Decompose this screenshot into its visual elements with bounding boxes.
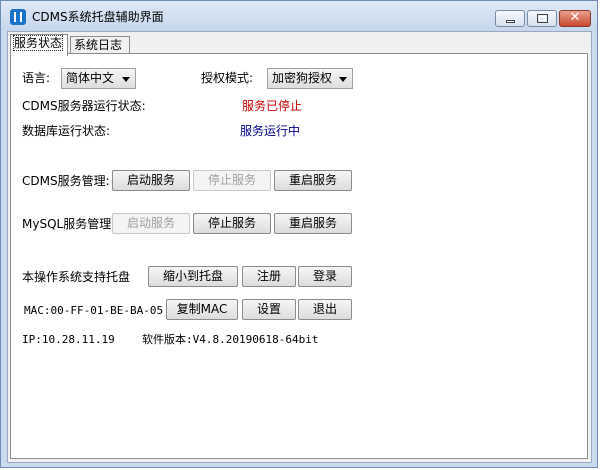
window-client-area: 服务状态 系统日志 语言: 简体中文 授权模式: 加密狗授权 CDMS服务器运行… bbox=[7, 31, 592, 463]
mac-address-text: MAC:00-FF-01-BE-BA-05 bbox=[24, 304, 164, 317]
service-status-panel: 语言: 简体中文 授权模式: 加密狗授权 CDMS服务器运行状态: 服务已停止 … bbox=[10, 53, 588, 459]
exit-button[interactable]: 退出 bbox=[298, 299, 352, 320]
login-button[interactable]: 登录 bbox=[298, 266, 352, 287]
app-logo-icon bbox=[10, 9, 26, 25]
window-title: CDMS系统托盘辅助界面 bbox=[32, 10, 164, 24]
register-button[interactable]: 注册 bbox=[242, 266, 296, 287]
maximize-icon bbox=[537, 14, 548, 23]
mysql-start-button[interactable]: 启动服务 bbox=[112, 213, 190, 234]
tab-system-log-label: 系统日志 bbox=[74, 38, 123, 52]
language-label: 语言: bbox=[22, 71, 51, 85]
tab-service-status[interactable]: 服务状态 bbox=[10, 34, 68, 56]
ip-address-text: IP:10.28.11.19 bbox=[22, 333, 115, 346]
language-select[interactable]: 简体中文 bbox=[61, 68, 136, 89]
auth-mode-select-value: 加密狗授权 bbox=[272, 71, 333, 85]
cdms-status-label: CDMS服务器运行状态: bbox=[22, 99, 146, 113]
close-button[interactable]: ✕ bbox=[559, 10, 591, 27]
cdms-status-value: 服务已停止 bbox=[242, 99, 303, 113]
db-status-label: 数据库运行状态: bbox=[22, 124, 111, 138]
cdms-start-button[interactable]: 启动服务 bbox=[112, 170, 190, 191]
minimize-button[interactable] bbox=[495, 10, 525, 27]
mysql-restart-button[interactable]: 重启服务 bbox=[274, 213, 352, 234]
chevron-down-icon bbox=[122, 77, 130, 82]
settings-button[interactable]: 设置 bbox=[242, 299, 296, 320]
close-icon: ✕ bbox=[569, 10, 581, 25]
cdms-service-label: CDMS服务管理: bbox=[22, 174, 110, 188]
software-version-text: 软件版本:V4.8.20190618-64bit bbox=[142, 333, 319, 346]
minimize-to-tray-button[interactable]: 缩小到托盘 bbox=[148, 266, 238, 287]
cdms-stop-button[interactable]: 停止服务 bbox=[193, 170, 271, 191]
minimize-icon bbox=[506, 20, 515, 23]
auth-mode-select[interactable]: 加密狗授权 bbox=[267, 68, 353, 89]
app-window: CDMS系统托盘辅助界面 ✕ 服务状态 系统日志 语言: 简体中文 授权模式: … bbox=[0, 0, 598, 468]
copy-mac-button[interactable]: 复制MAC bbox=[166, 299, 238, 320]
maximize-button[interactable] bbox=[527, 10, 557, 27]
auth-mode-label: 授权模式: bbox=[201, 71, 254, 85]
language-select-value: 简体中文 bbox=[66, 71, 115, 85]
mysql-stop-button[interactable]: 停止服务 bbox=[193, 213, 271, 234]
chevron-down-icon bbox=[339, 77, 347, 82]
tab-service-status-label: 服务状态 bbox=[12, 35, 64, 51]
tray-support-label: 本操作系统支持托盘 bbox=[22, 270, 131, 284]
mysql-service-label: MySQL服务管理: bbox=[22, 217, 116, 231]
db-status-value: 服务运行中 bbox=[240, 124, 301, 138]
cdms-restart-button[interactable]: 重启服务 bbox=[274, 170, 352, 191]
title-bar[interactable]: CDMS系统托盘辅助界面 ✕ bbox=[1, 1, 597, 31]
